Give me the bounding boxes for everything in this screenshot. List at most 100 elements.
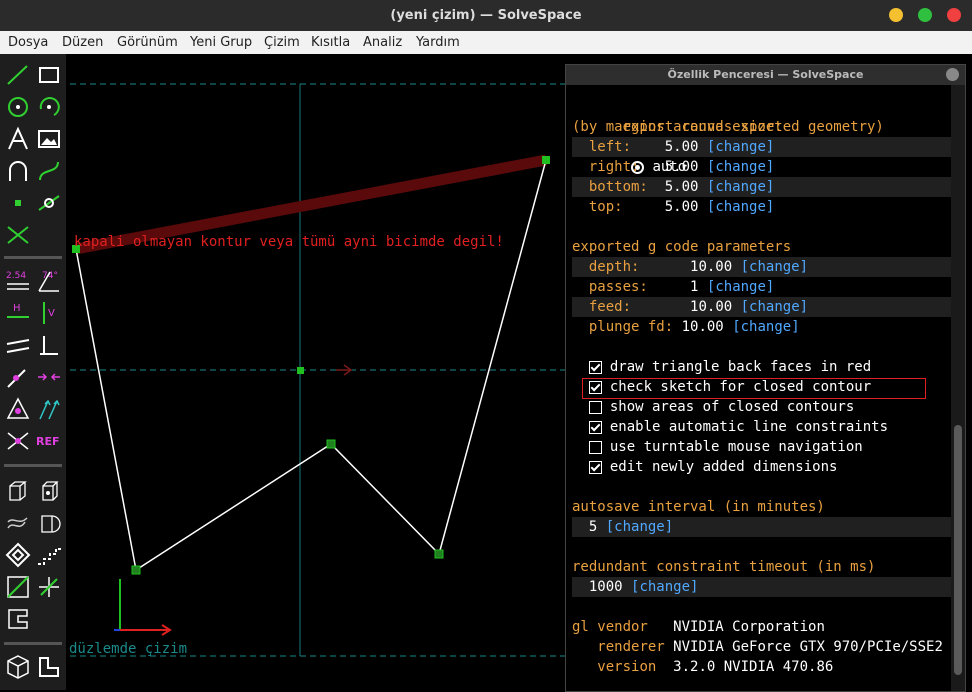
angle-dimension-button[interactable]: 74° [36,268,62,294]
property-window-scrollbar[interactable] [951,85,965,691]
point-on-curve-button[interactable] [5,364,31,390]
workplane-normal-button[interactable] [36,574,62,600]
checkbox-row-edit-dimensions[interactable]: edit newly added dimensions [572,457,951,477]
menu-duzen[interactable]: Düzen [62,35,103,50]
margin-top-change-link[interactable]: [change] [707,199,774,215]
margin-top-value: 5.00 [664,199,699,215]
helix-button[interactable] [5,510,31,536]
gcode-feed-row: feed: 10.00 [change] [572,297,951,317]
image-icon [38,130,60,148]
origin-point[interactable] [297,367,304,374]
isometric-icon [5,542,31,568]
menu-cizim[interactable]: Çizim [264,35,300,50]
lathe-icon [42,481,59,501]
margin-right-value: 5.00 [664,159,699,175]
nearest-isometric-button[interactable] [5,542,31,568]
split-curves-button[interactable] [5,222,31,248]
checkbox-row-auto-constraints[interactable]: enable automatic line constraints [572,417,951,437]
sketch-in-3d-button[interactable] [5,606,31,632]
export-canvas-note: (by margins around exported geometry) [572,119,884,135]
sketch-point[interactable] [434,549,444,559]
checkbox-row-back-faces[interactable]: draw triangle back faces in red [572,357,951,377]
spline-tool-button[interactable] [36,158,62,184]
margin-left-change-link[interactable]: [change] [707,139,774,155]
checkbox-edit-dimensions-label: edit newly added dimensions [609,459,838,475]
perpendicular-icon [40,336,58,355]
lathe-button[interactable] [36,478,62,504]
sketch-point[interactable] [326,439,336,449]
contour-error-message: kapali olmayan kontur veya tümü ayni bic… [74,234,504,250]
text-tool-button[interactable] [5,126,31,152]
arc-tool-button[interactable] [36,94,62,120]
checkbox-areas[interactable] [588,400,602,414]
gcode-depth-change-link[interactable]: [change] [741,259,808,275]
image-tool-button[interactable] [36,126,62,152]
toolbar-separator [4,256,62,259]
perpendicular-constraint-button[interactable] [36,332,62,358]
checkbox-areas-label: show areas of closed contours [609,399,855,415]
parallel-constraint-button[interactable] [5,332,31,358]
point-on-curve-icon [7,369,26,388]
menu-analiz[interactable]: Analiz [363,35,402,50]
circle-icon [8,97,28,117]
horizontal-constraint-button[interactable]: H [5,300,31,326]
margin-left-row: left: 5.00 [change] [572,137,951,157]
maximize-button[interactable] [918,8,932,22]
gcode-passes-change-link[interactable]: [change] [707,279,774,295]
gcode-feed-change-link[interactable]: [change] [741,299,808,315]
margin-right-change-link[interactable]: [change] [707,159,774,175]
sketch-polyline[interactable] [75,159,547,572]
group-3d-button[interactable] [5,654,31,680]
menu-gorunum[interactable]: Görünüm [117,35,178,50]
sketch-point[interactable] [542,156,550,164]
circle-tool-button[interactable] [5,94,31,120]
autosave-change-link[interactable]: [change] [606,519,673,535]
other-constraint-button[interactable] [5,428,31,454]
checkbox-row-turntable[interactable]: use turntable mouse navigation [572,437,951,457]
symmetric-constraint-button[interactable] [36,364,62,390]
rectangle-tool-button[interactable] [36,62,62,88]
tangent-arc-tool-button[interactable] [5,158,31,184]
property-window-scrollbar-thumb[interactable] [954,425,962,675]
property-window-titlebar: Özellik Penceresi — SolveSpace [566,65,965,85]
gcode-plunge-change-link[interactable]: [change] [732,319,799,335]
reference-label: REF [36,435,60,448]
minimize-button[interactable] [889,8,903,22]
checkbox-back-faces[interactable] [588,360,602,374]
line-tool-button[interactable] [5,62,31,88]
gcode-feed-value: 10.00 [690,299,733,315]
vertical-constraint-button[interactable]: V [36,300,62,326]
margin-right-row: right: 5.00 [change] [572,157,951,177]
equal-constraint-button[interactable] [5,396,31,422]
reference-icon: REF [36,435,60,448]
cube-icon [7,655,29,679]
redundant-change-link[interactable]: [change] [631,579,698,595]
checkbox-turntable[interactable] [588,440,602,454]
same-orientation-button[interactable] [36,396,62,422]
menu-dosya[interactable]: Dosya [8,35,48,50]
gcode-depth-value: 10.00 [690,259,733,275]
autosave-header: autosave interval (in minutes) [572,499,825,515]
checkbox-row-areas[interactable]: show areas of closed contours [572,397,951,417]
construction-tool-button[interactable] [36,190,62,216]
toolbar-separator [4,464,62,467]
checkbox-edit-dimensions[interactable] [588,460,602,474]
checkbox-auto-constraints[interactable] [588,420,602,434]
sketch-point[interactable] [131,565,141,575]
distance-dimension-button[interactable]: 2.54 [5,268,31,294]
menu-yeni-grup[interactable]: Yeni Grup [190,35,252,50]
extrude-button[interactable] [5,478,31,504]
close-button[interactable] [947,8,961,22]
menu-kisitla[interactable]: Kısıtla [311,35,350,50]
margin-bottom-change-link[interactable]: [change] [707,179,774,195]
group-2d-button[interactable] [36,654,62,680]
point-tool-button[interactable] [5,190,31,216]
property-window-title: Özellik Penceresi — SolveSpace [667,68,864,81]
helix-icon [7,517,28,529]
reference-toggle-button[interactable]: REF [36,428,62,454]
property-window-close-button[interactable] [946,68,959,81]
step-dimension-button[interactable] [36,542,62,568]
revolve-button[interactable] [36,510,62,536]
menu-yardim[interactable]: Yardım [416,35,460,50]
workplane-button[interactable] [5,574,31,600]
